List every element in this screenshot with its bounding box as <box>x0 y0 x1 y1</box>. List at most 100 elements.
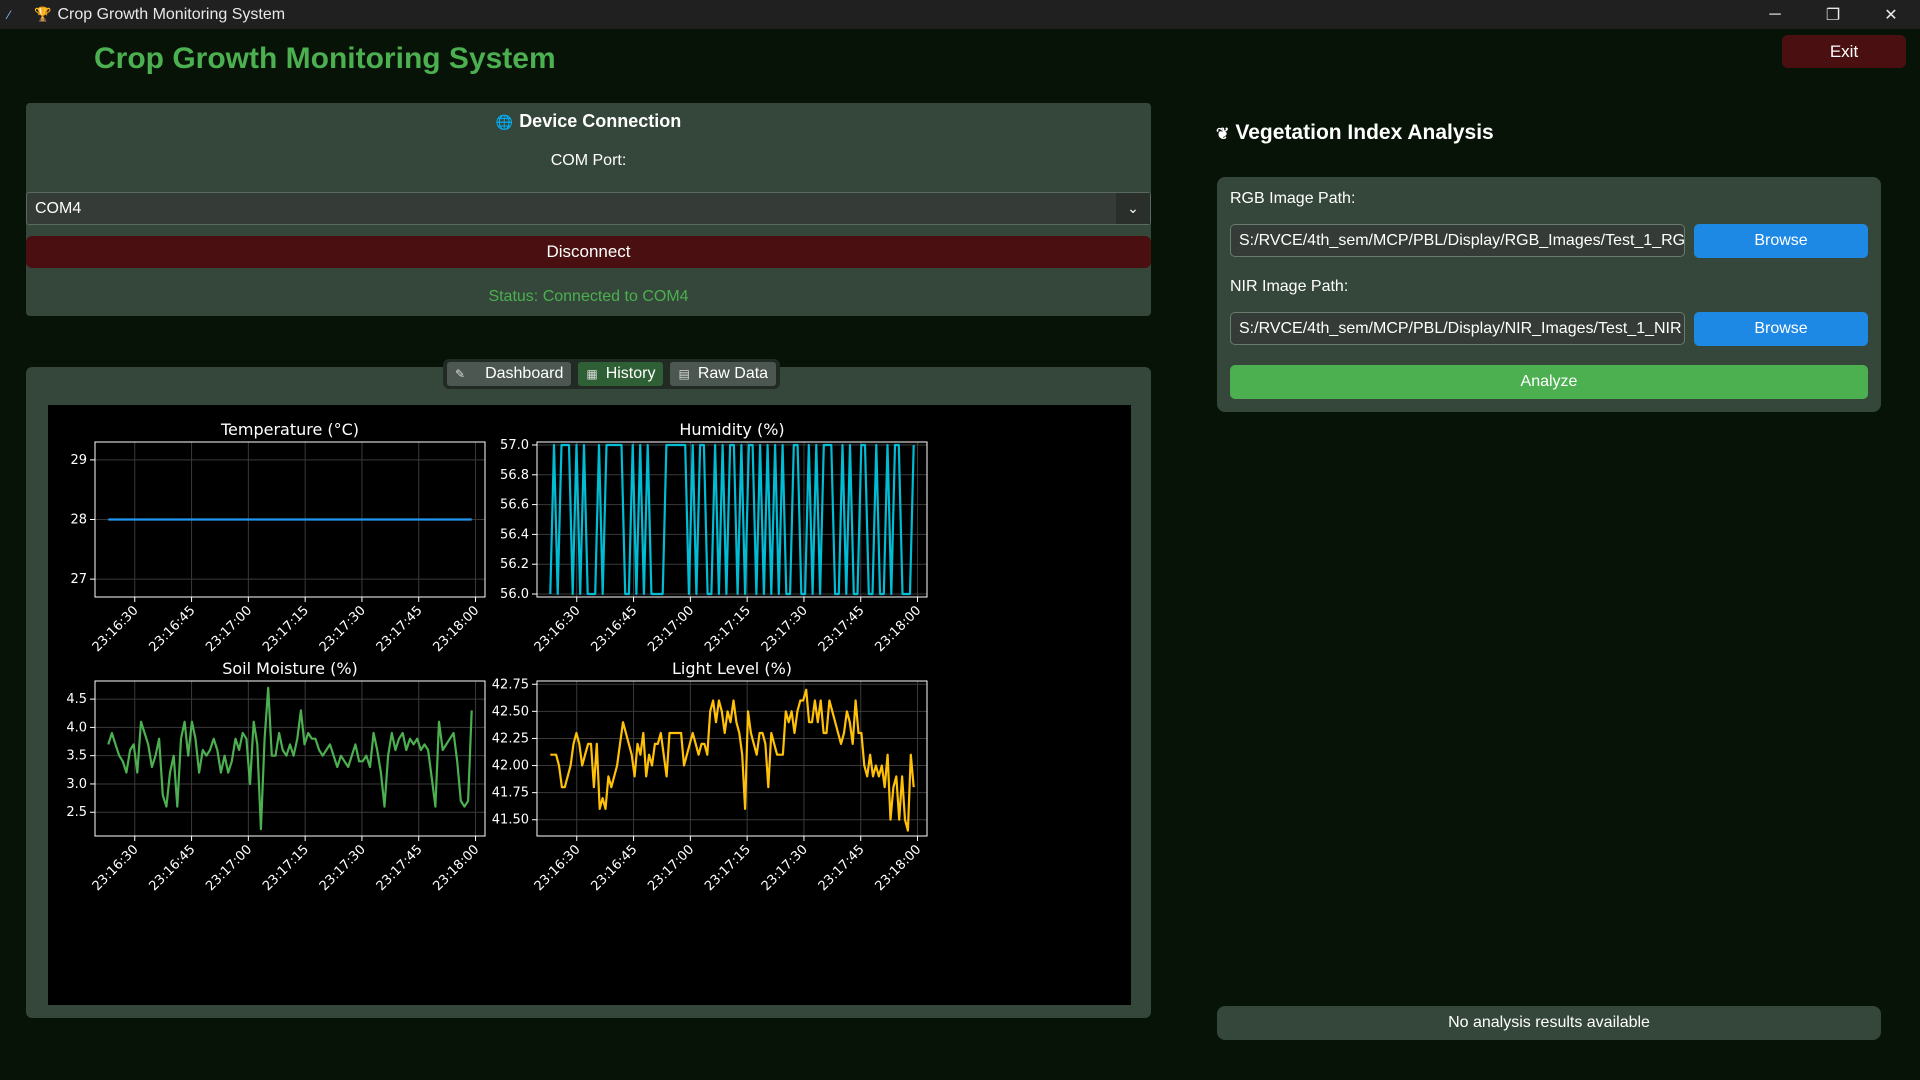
light-level-xtick-label: 23:17:00 <box>645 842 697 894</box>
tab-dashboard[interactable]: ✎ Dashboard <box>447 362 572 386</box>
light-level-ytick-label: 42.25 <box>492 731 529 746</box>
humidity-xtick-label: 23:18:00 <box>872 603 924 655</box>
vegetation-heading: ❦ Vegetation Index Analysis <box>1216 121 1494 145</box>
temperature-title: Temperature (°C) <box>220 420 359 439</box>
close-icon[interactable]: ✕ <box>1862 0 1920 29</box>
humidity-xtick-label: 23:17:15 <box>702 603 754 655</box>
analysis-results: No analysis results available <box>1217 1006 1881 1040</box>
soil-moisture-xtick-label: 23:17:15 <box>260 842 312 894</box>
temperature-xtick-label: 23:17:15 <box>260 603 312 655</box>
tab-history-label: History <box>605 365 656 382</box>
com-port-select[interactable]: COM4 ⌄ <box>26 192 1151 225</box>
tab-history[interactable]: ▦ History <box>578 362 664 386</box>
com-port-label: COM Port: <box>550 152 627 169</box>
window-titlebar: ⁄ 🏆 Crop Growth Monitoring System ─ ❐ ✕ <box>0 0 1920 29</box>
window-controls: ─ ❐ ✕ <box>1746 0 1920 29</box>
temperature-xtick-label: 23:16:45 <box>146 603 198 655</box>
app-title: Crop Growth Monitoring System <box>94 42 556 75</box>
light-level-ytick-label: 41.75 <box>492 786 529 801</box>
rgb-path-label: RGB Image Path: <box>1230 190 1356 207</box>
humidity-xtick-label: 23:17:30 <box>759 603 811 655</box>
humidity-ytick-label: 56.2 <box>500 557 529 572</box>
soil-moisture-xtick-label: 23:17:00 <box>203 842 255 894</box>
device-connection-heading: 🌐 Device Connection <box>26 111 1151 132</box>
tab-raw-data[interactable]: ▤ Raw Data <box>670 362 777 386</box>
sensor-charts: Temperature (°C) 23:16:30 23:16:45 23:17:00… <box>48 405 1131 1005</box>
light-level-title: Light Level (%) <box>672 659 792 678</box>
app-icon: ⁄ <box>8 7 11 22</box>
pencil-icon: ✎ <box>455 367 466 381</box>
com-port-value: COM4 <box>35 200 82 217</box>
light-level-xtick-label: 23:18:00 <box>872 842 924 894</box>
light-level-xtick-label: 23:16:45 <box>588 842 640 894</box>
calendar-icon: ▦ <box>586 367 598 381</box>
nir-path-input[interactable]: S:/RVCE/4th_sem/MCP/PBL/Display/NIR_Imag… <box>1230 312 1685 345</box>
vegetation-panel: RGB Image Path: S:/RVCE/4th_sem/MCP/PBL/… <box>1217 177 1881 412</box>
soil-moisture-chart: Soil Moisture (%) 23:16:30 23:16:45 23:17:0… <box>66 659 486 894</box>
temperature-xtick-label: 23:18:00 <box>430 603 482 655</box>
light-level-ytick-label: 42.00 <box>492 759 529 774</box>
device-connection-title: Device Connection <box>519 111 682 131</box>
soil-moisture-ytick-label: 4.0 <box>66 720 87 735</box>
light-level-xtick-label: 23:17:15 <box>702 842 754 894</box>
window-title: Crop Growth Monitoring System <box>57 5 286 23</box>
light-level-ytick-label: 42.50 <box>492 704 529 719</box>
humidity-xtick-label: 23:17:00 <box>645 603 697 655</box>
tab-bar: ✎ Dashboard ▦ History ▤ Raw Data <box>443 359 781 389</box>
humidity-xtick-label: 23:16:30 <box>532 603 584 655</box>
soil-moisture-xtick-label: 23:18:00 <box>430 842 482 894</box>
light-level-chart: Light Level (%)23:16:30 23:16:45 23:17:00 2… <box>492 659 928 894</box>
trophy-icon: 🏆 <box>34 6 52 22</box>
temperature-ytick-label: 28 <box>70 513 87 528</box>
humidity-series-line <box>549 443 915 596</box>
temperature-chart: Temperature (°C) 23:16:30 23:16:45 23:17:00… <box>70 420 486 655</box>
nir-path-label: NIR Image Path: <box>1230 278 1349 295</box>
light-level-series-line <box>550 688 915 832</box>
humidity-ytick-label: 56.6 <box>500 498 529 513</box>
nir-browse-button[interactable]: Browse <box>1694 312 1868 346</box>
charts-canvas: Temperature (°C)23:16:30 23:16:45 23:17:00… <box>66 420 928 894</box>
humidity-xtick-label: 23:16:45 <box>588 603 640 655</box>
connection-status: Status: Connected to COM4 <box>488 288 689 305</box>
analyze-button[interactable]: Analyze <box>1230 365 1868 399</box>
temperature-xtick-label: 23:17:30 <box>317 603 369 655</box>
humidity-ytick-label: 57.0 <box>500 438 529 453</box>
chevron-down-icon[interactable]: ⌄ <box>1116 193 1150 224</box>
temperature-xtick-label: 23:17:45 <box>374 603 426 655</box>
rgb-browse-button[interactable]: Browse <box>1694 224 1868 258</box>
temperature-ytick-label: 27 <box>70 572 87 587</box>
dashboard-panel: ✎ Dashboard ▦ History ▤ Raw Data Tempera… <box>26 359 1151 1018</box>
humidity-ytick-label: 56.0 <box>500 587 529 602</box>
light-level-xtick-label: 23:17:45 <box>816 842 868 894</box>
vegetation-title: Vegetation Index Analysis <box>1235 121 1494 144</box>
exit-button[interactable]: Exit <box>1782 35 1906 68</box>
rgb-path-input[interactable]: S:/RVCE/4th_sem/MCP/PBL/Display/RGB_Imag… <box>1230 224 1685 257</box>
light-level-ytick-label: 41.50 <box>492 813 529 828</box>
humidity-ytick-label: 56.4 <box>500 527 529 542</box>
humidity-ytick-label: 56.8 <box>500 468 529 483</box>
soil-moisture-series-line <box>107 686 473 831</box>
soil-moisture-xtick-label: 23:17:30 <box>317 842 369 894</box>
temperature-xtick-label: 23:17:00 <box>203 603 255 655</box>
temperature-xtick-label: 23:16:30 <box>90 603 142 655</box>
soil-moisture-ytick-label: 4.5 <box>66 692 87 707</box>
tab-dashboard-label: Dashboard <box>485 365 564 382</box>
disconnect-button[interactable]: Disconnect <box>26 236 1151 268</box>
soil-moisture-xtick-label: 23:17:45 <box>374 842 426 894</box>
minimize-icon[interactable]: ─ <box>1746 0 1804 29</box>
soil-moisture-xtick-label: 23:16:45 <box>146 842 198 894</box>
soil-moisture-xtick-label: 23:16:30 <box>90 842 142 894</box>
tab-raw-data-label: Raw Data <box>697 365 769 382</box>
globe-icon: 🌐 <box>495 114 514 130</box>
leaf-icon: ❦ <box>1216 126 1230 143</box>
humidity-title: Humidity (%) <box>679 420 784 439</box>
humidity-xtick-label: 23:17:45 <box>816 603 868 655</box>
restore-icon[interactable]: ❐ <box>1804 0 1862 29</box>
soil-moisture-ytick-label: 3.0 <box>66 777 87 792</box>
device-connection-panel: 🌐 Device Connection COM Port: COM4 ⌄ Disc… <box>26 103 1151 316</box>
light-level-xtick-label: 23:17:30 <box>759 842 811 894</box>
light-level-xtick-label: 23:16:30 <box>532 842 584 894</box>
soil-moisture-ytick-label: 2.5 <box>66 805 87 820</box>
soil-moisture-ytick-label: 3.5 <box>66 749 87 764</box>
soil-moisture-title: Soil Moisture (%) <box>222 659 358 678</box>
